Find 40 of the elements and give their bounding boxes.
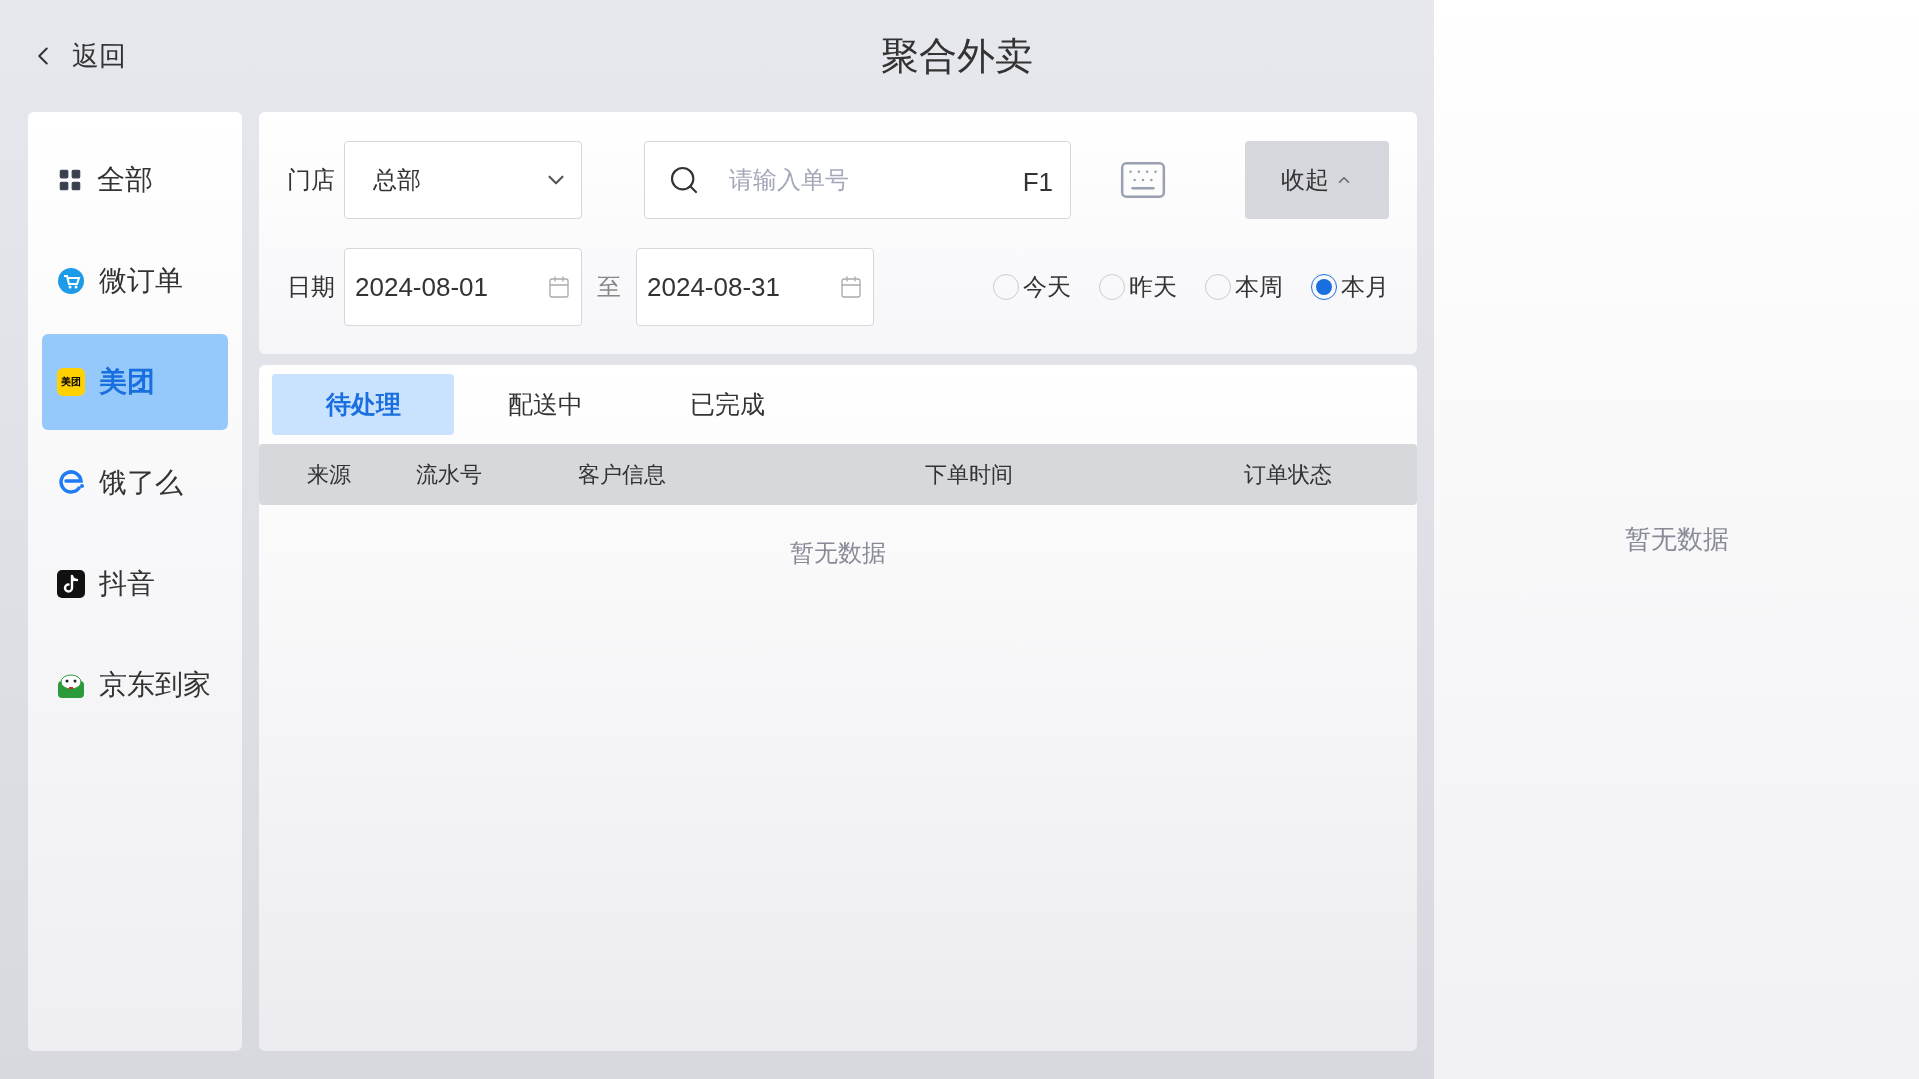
order-tab[interactable]: 待处理 (272, 374, 454, 435)
sidebar-item[interactable]: 全部 (42, 132, 228, 228)
date-range-radio[interactable]: 本周 (1205, 269, 1283, 305)
sidebar-item[interactable]: 微订单 (42, 233, 228, 329)
column-header: 来源 (307, 461, 351, 489)
sidebar-item[interactable]: 美团 美团 (42, 334, 228, 430)
column-header: 客户信息 (577, 461, 666, 489)
back-button[interactable]: 返回 (28, 35, 126, 77)
date-range-radio[interactable]: 昨天 (1099, 269, 1177, 305)
date-range-radio[interactable]: 今天 (993, 269, 1071, 305)
column-header: 订单状态 (1244, 461, 1332, 489)
column-header: 流水号 (416, 461, 482, 489)
detail-empty-message: 暂无数据 (1624, 523, 1729, 556)
search-icon (668, 164, 700, 196)
date-from-field[interactable]: 2024-08-01 (344, 248, 582, 326)
e-letter-icon (57, 469, 85, 497)
sidebar-item[interactable]: 饿了么 (42, 435, 228, 531)
sidebar-item[interactable]: 京东到家 (42, 637, 228, 733)
dog-logo-icon (57, 671, 85, 699)
order-tab[interactable]: 已完成 (636, 374, 818, 435)
cart-icon (57, 267, 85, 295)
order-tab[interactable]: 配送中 (454, 374, 636, 435)
column-header: 下单时间 (924, 461, 1013, 489)
collapse-button[interactable]: 收起 (1245, 141, 1389, 219)
date-label: 日期 (287, 272, 336, 302)
grid-icon (57, 167, 83, 193)
date-to-field[interactable]: 2024-08-31 (636, 248, 874, 326)
shortcut-label: F1 (1022, 166, 1053, 199)
music-note-icon (57, 570, 85, 598)
back-label: 返回 (72, 39, 126, 73)
logo-icon: 美团 (57, 368, 85, 396)
sidebar-item[interactable]: 抖音 (42, 536, 228, 632)
store-dropdown[interactable]: 总部 (344, 141, 582, 219)
empty-message: 暂无数据 (790, 538, 886, 568)
calendar-icon (839, 275, 863, 299)
store-label: 门店 (287, 165, 336, 195)
calendar-icon (547, 275, 571, 299)
page-title: 聚合外卖 (881, 33, 1033, 79)
date-range-radio[interactable]: 本月 (1311, 269, 1389, 305)
date-separator: 至 (596, 272, 622, 302)
